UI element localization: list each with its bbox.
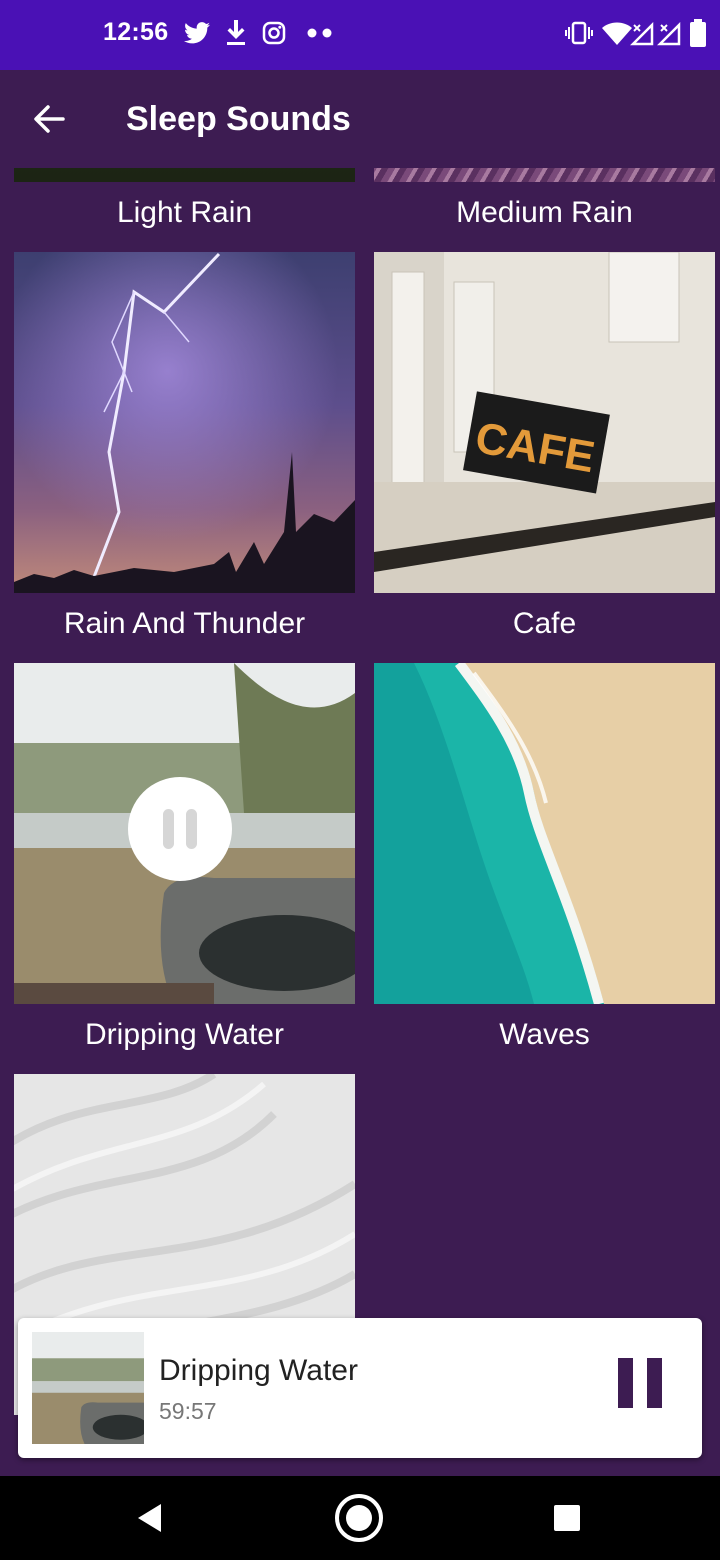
sound-label: Rain And Thunder — [63, 607, 306, 640]
nav-recents-button[interactable] — [539, 1490, 595, 1546]
player-pause-button[interactable] — [618, 1358, 674, 1418]
sound-image-dripping-water — [14, 663, 355, 1004]
signal-icon-2 — [657, 22, 681, 46]
tile-pause-button[interactable] — [128, 777, 232, 881]
sound-image-cafe: CAFE — [374, 252, 715, 593]
status-time: 12:56 — [103, 18, 169, 46]
sound-tile-waves[interactable]: Waves — [374, 663, 715, 1073]
nav-back-button[interactable] — [122, 1490, 178, 1546]
download-icon — [227, 20, 245, 45]
sound-tile-light-rain[interactable]: Light Rain — [14, 168, 355, 251]
sound-image-medium-rain — [374, 168, 715, 182]
navigation-bar — [0, 1476, 720, 1560]
now-playing-title: Dripping Water — [159, 1354, 358, 1387]
more-notifications-icon — [307, 28, 332, 38]
signal-icon-1 — [630, 22, 654, 46]
sound-label: Waves — [499, 1018, 590, 1051]
sound-tile-cafe[interactable]: CAFE Cafe — [374, 252, 715, 662]
battery-icon — [690, 19, 706, 47]
status-bar: 12:56 — [0, 0, 720, 70]
sound-image-light-rain — [14, 168, 355, 182]
square-recents-icon — [554, 1505, 580, 1531]
app-bar: Sleep Sounds — [0, 70, 720, 170]
now-playing-thumbnail — [32, 1332, 144, 1444]
twitter-icon — [184, 22, 210, 44]
instagram-icon — [262, 21, 286, 45]
sound-label: Dripping Water — [85, 1018, 284, 1051]
sound-image-rain-and-thunder — [14, 252, 355, 593]
sound-tile-rain-and-thunder[interactable]: Rain And Thunder — [14, 252, 355, 662]
back-button[interactable] — [24, 96, 74, 142]
sound-grid: Light Rain Medium Rain Rain And Thunder … — [0, 168, 720, 1478]
page-title: Sleep Sounds — [126, 100, 351, 138]
circle-home-icon — [335, 1494, 383, 1542]
now-playing-bar[interactable]: Dripping Water 59:57 — [18, 1318, 702, 1458]
sound-label: Medium Rain — [456, 196, 633, 229]
now-playing-time: 59:57 — [159, 1398, 217, 1424]
wifi-icon — [602, 22, 632, 45]
triangle-back-icon — [138, 1504, 161, 1532]
vibrate-icon — [565, 21, 593, 45]
arrow-left-icon — [34, 105, 65, 133]
sound-tile-medium-rain[interactable]: Medium Rain — [374, 168, 715, 251]
sound-tile-dripping-water[interactable]: Dripping Water — [14, 663, 355, 1073]
sound-image-waves — [374, 663, 715, 1004]
nav-home-button[interactable] — [331, 1490, 387, 1546]
pause-icon — [618, 1358, 633, 1408]
sound-label: Cafe — [512, 607, 577, 640]
sound-label: Light Rain — [116, 196, 253, 229]
